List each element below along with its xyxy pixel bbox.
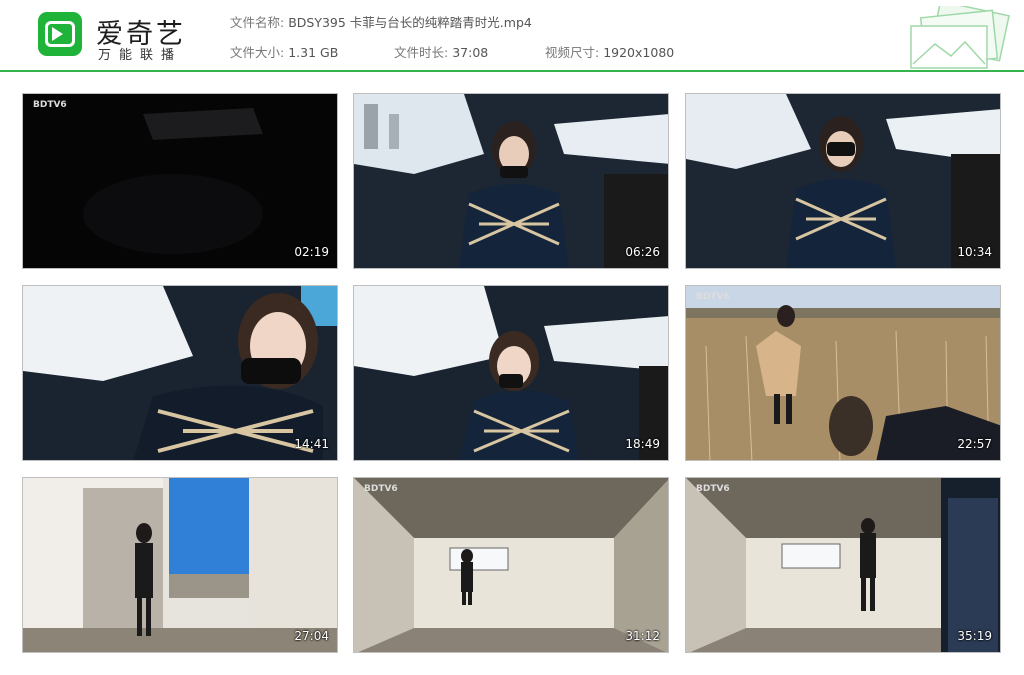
thumbnail-9[interactable]: BDTV6 35:19	[685, 477, 1001, 653]
header-divider	[0, 70, 1024, 72]
file-duration-label: 文件时长:	[394, 45, 449, 60]
file-name-value: BDSY395 卡菲与台长的纯粹踏青时光.mp4	[288, 15, 532, 30]
channel-tag: BDTV6	[696, 484, 730, 494]
photo-stack-decoration-icon	[910, 6, 1010, 69]
thumbnail-5[interactable]: 18:49	[353, 285, 669, 461]
timestamp: 18:49	[625, 437, 660, 451]
thumbnail-7[interactable]: 27:04	[22, 477, 338, 653]
thumbnail-8[interactable]: BDTV6 31:12	[353, 477, 669, 653]
file-size-row: 文件大小: 1.31 GB	[230, 42, 338, 61]
file-duration-value: 37:08	[452, 45, 489, 60]
file-duration-row: 文件时长: 37:08	[394, 42, 488, 61]
logo-subtitle: 万能联播	[98, 48, 183, 63]
file-dims-label: 视频尺寸:	[545, 45, 600, 60]
thumbnail-6[interactable]: BDTV6 22:57	[685, 285, 1001, 461]
thumbnail-1[interactable]: BDTV6 02:19	[22, 93, 338, 269]
timestamp: 31:12	[625, 629, 660, 643]
timestamp: 14:41	[294, 437, 329, 451]
file-name-label: 文件名称:	[230, 15, 285, 30]
file-dims-value: 1920x1080	[603, 45, 675, 60]
channel-tag: BDTV6	[33, 100, 67, 110]
iqiyi-logo-icon	[38, 12, 82, 56]
file-name-row: 文件名称: BDSY395 卡菲与台长的纯粹踏青时光.mp4	[230, 12, 532, 31]
channel-tag: BDTV6	[364, 484, 398, 494]
timestamp: 35:19	[957, 629, 992, 643]
timestamp: 02:19	[294, 245, 329, 259]
thumbnail-3[interactable]: 10:34	[685, 93, 1001, 269]
file-size-label: 文件大小:	[230, 45, 285, 60]
header: 爱奇艺 万能联播 文件名称: BDSY395 卡菲与台长的纯粹踏青时光.mp4 …	[0, 0, 1024, 70]
thumbnail-4[interactable]: 14:41	[22, 285, 338, 461]
timestamp: 22:57	[957, 437, 992, 451]
thumbnail-2[interactable]: 06:26	[353, 93, 669, 269]
timestamp: 10:34	[957, 245, 992, 259]
file-dims-row: 视频尺寸: 1920x1080	[545, 42, 674, 61]
timestamp: 27:04	[294, 629, 329, 643]
timestamp: 06:26	[625, 245, 660, 259]
file-size-value: 1.31 GB	[288, 45, 339, 60]
channel-tag: BDTV6	[696, 292, 730, 302]
